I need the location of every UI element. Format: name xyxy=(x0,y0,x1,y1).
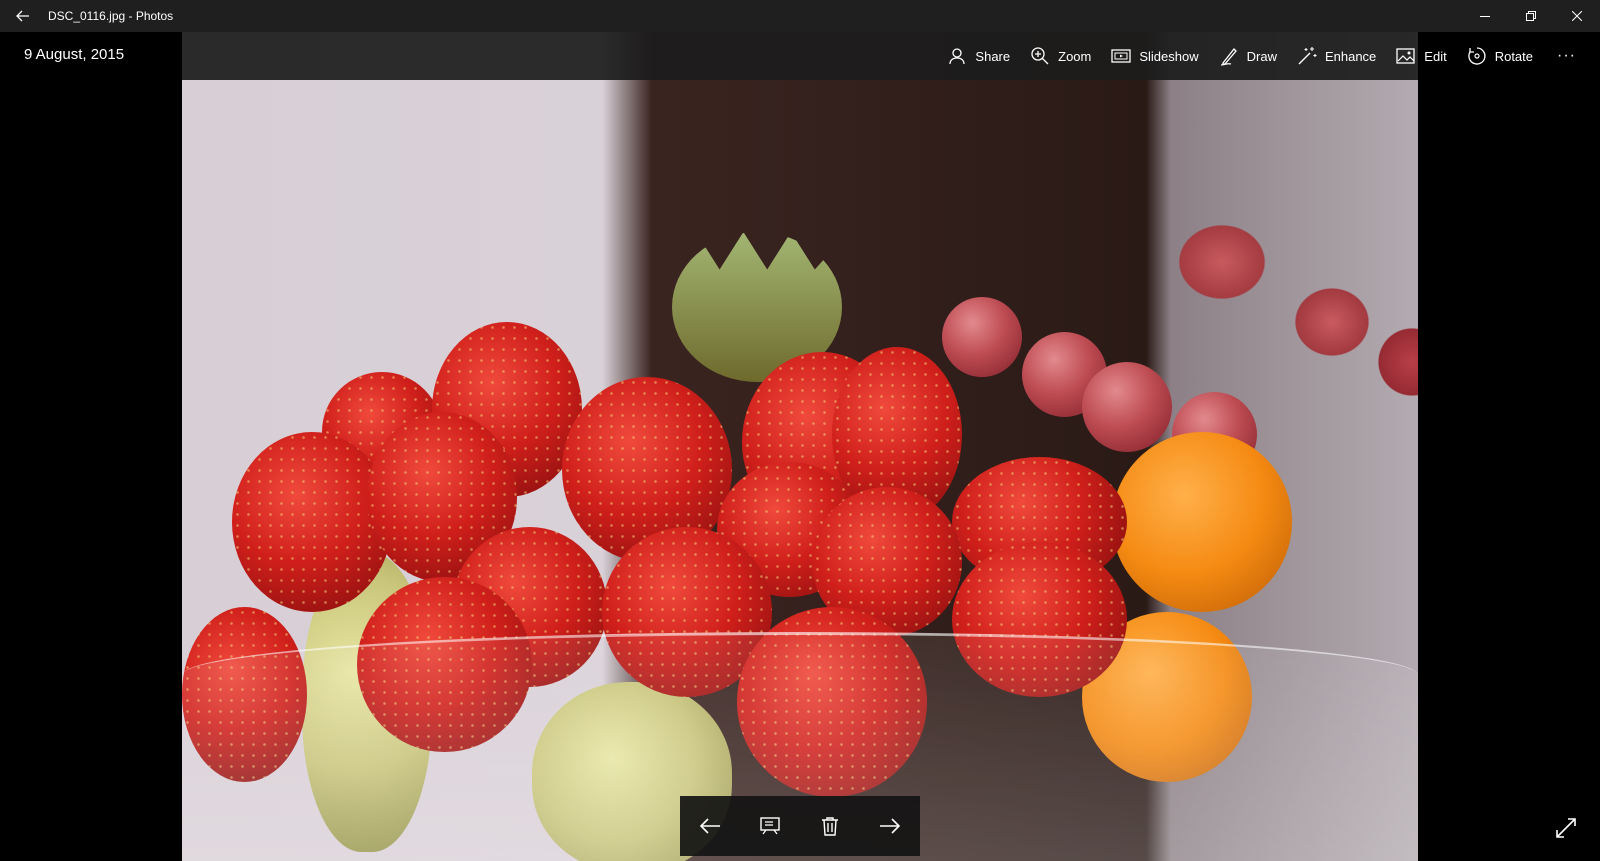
title-bar: DSC_0116.jpg - Photos xyxy=(0,0,1600,32)
more-options-button[interactable]: ··· xyxy=(1543,32,1590,80)
present-icon xyxy=(760,817,780,835)
strawberry-shape xyxy=(232,432,392,612)
edit-label: Edit xyxy=(1424,48,1447,64)
grape-shape xyxy=(942,297,1022,377)
slideshow-icon xyxy=(1111,46,1132,66)
share-button[interactable]: Share xyxy=(937,32,1020,80)
edit-button[interactable]: Edit xyxy=(1386,32,1456,80)
next-icon xyxy=(880,818,901,834)
share-label: Share xyxy=(975,48,1011,64)
photo-date: 9 August, 2015 xyxy=(24,46,125,63)
edit-icon xyxy=(1396,46,1416,66)
zoom-icon xyxy=(1030,46,1050,66)
draw-label: Draw xyxy=(1246,48,1277,64)
window-controls xyxy=(1462,0,1600,32)
next-button[interactable] xyxy=(870,806,910,846)
close-button[interactable] xyxy=(1554,0,1600,32)
navigation-controls xyxy=(680,796,920,856)
slideshow-button[interactable]: Slideshow xyxy=(1101,32,1208,80)
rotate-icon xyxy=(1467,46,1487,66)
enhance-label: Enhance xyxy=(1324,48,1377,64)
orange-shape xyxy=(1112,432,1292,612)
grape-shape xyxy=(1082,362,1172,452)
photo-view[interactable] xyxy=(182,32,1418,861)
zoom-label: Zoom xyxy=(1058,48,1092,64)
enhance-icon xyxy=(1297,46,1317,66)
back-arrow-icon xyxy=(16,10,29,22)
fullscreen-button[interactable] xyxy=(1552,814,1580,842)
slideshow-label: Slideshow xyxy=(1139,48,1199,64)
previous-icon xyxy=(699,818,720,834)
back-button[interactable] xyxy=(0,0,46,32)
minimize-button[interactable] xyxy=(1462,0,1508,32)
minimize-icon xyxy=(1480,16,1490,17)
delete-icon xyxy=(822,817,838,836)
restore-button[interactable] xyxy=(1508,0,1554,32)
fullscreen-icon xyxy=(1556,818,1576,838)
present-button[interactable] xyxy=(750,806,790,846)
draw-button[interactable]: Draw xyxy=(1209,32,1287,80)
command-list: Share Zoom Slideshow Draw Enhance Edit R… xyxy=(937,32,1600,80)
share-icon xyxy=(947,46,967,66)
close-icon xyxy=(1572,11,1582,21)
draw-icon xyxy=(1219,46,1239,66)
previous-button[interactable] xyxy=(690,806,730,846)
zoom-button[interactable]: Zoom xyxy=(1020,32,1101,80)
enhance-button[interactable]: Enhance xyxy=(1287,32,1386,80)
window-title: DSC_0116.jpg - Photos xyxy=(48,9,174,23)
restore-icon xyxy=(1526,11,1536,21)
rotate-button[interactable]: Rotate xyxy=(1457,32,1543,80)
rotate-label: Rotate xyxy=(1494,48,1534,64)
delete-button[interactable] xyxy=(810,806,850,846)
